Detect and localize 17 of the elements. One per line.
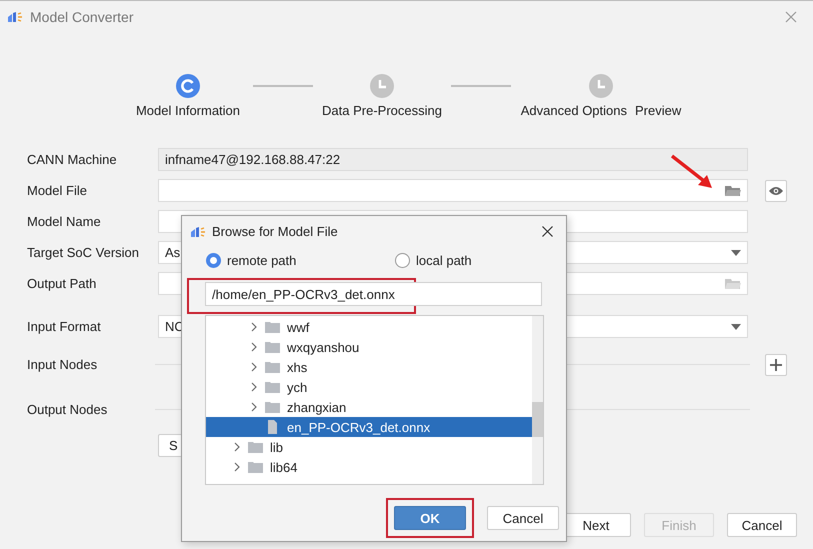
field-value: /home/en_PP-OCRv3_det.onnx: [212, 286, 395, 302]
step-label: Model Information: [136, 103, 240, 118]
field-value: infname47@192.168.88.47:22: [165, 152, 340, 167]
field-label: Output Path: [27, 276, 98, 291]
step-label: Preview: [635, 103, 682, 118]
field-label: Model Name: [27, 214, 102, 229]
field-label: Output Nodes: [27, 402, 108, 417]
field-value: As: [165, 245, 180, 260]
field-label: CANN Machine: [27, 152, 118, 167]
field-label: Input Format: [27, 319, 102, 334]
step-label: Data Pre-Processing: [322, 103, 442, 118]
step-label: Advanced Options: [520, 103, 627, 118]
field-label: Target SoC Version: [27, 245, 140, 260]
field-label: Model File: [27, 183, 88, 198]
window-title: Model Converter: [30, 8, 134, 24]
dialog-title: Browse for Model File: [212, 224, 338, 239]
field-label: Input Nodes: [27, 357, 98, 372]
